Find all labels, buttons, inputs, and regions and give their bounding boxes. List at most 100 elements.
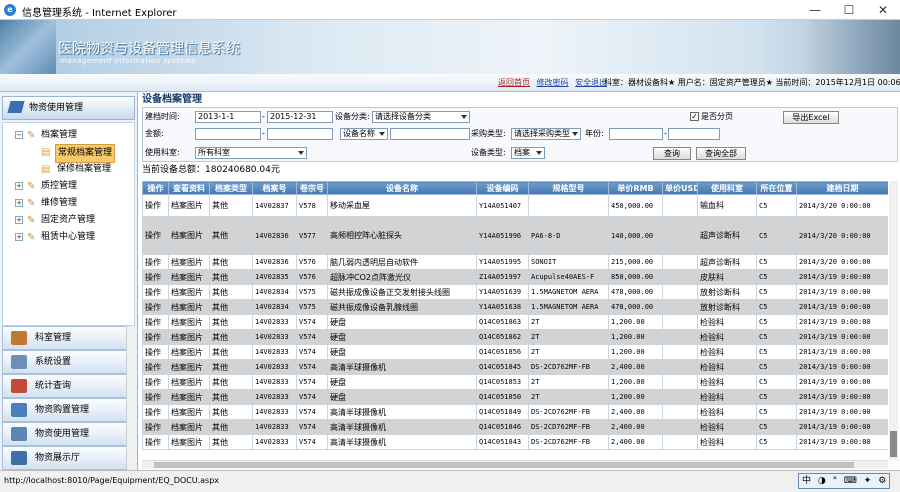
archive-image-link[interactable]: 档案图片	[168, 389, 210, 405]
table-vertical-scrollbar[interactable]	[889, 181, 898, 460]
close-button[interactable]: ✕	[866, 0, 900, 20]
archive-image-link[interactable]: 档案图片	[168, 359, 210, 375]
archive-image-link[interactable]: 档案图片	[168, 329, 210, 345]
archive-image-link[interactable]: 档案图片	[168, 344, 210, 360]
expand-toggle-icon[interactable]: +	[15, 233, 23, 241]
archive-image-link[interactable]: 档案图片	[168, 434, 210, 450]
archive-image-link[interactable]: 档案图片	[168, 194, 210, 217]
table-row[interactable]: 操作 档案图片 其他 14V02833 V574 高清半球摄像机 Q14C051845 DS-…	[142, 359, 888, 375]
tree-node-regular-archive[interactable]: ▤ 常规档案管理	[3, 144, 134, 163]
column-header[interactable]: 设备编码	[476, 181, 529, 195]
date-to-input[interactable]: 2015-12-31	[267, 111, 333, 123]
name-input[interactable]	[390, 128, 470, 140]
column-header[interactable]: 使用科室	[697, 181, 757, 195]
tree-node-leasing-center[interactable]: + ✎ 租赁中心管理	[3, 229, 134, 246]
archive-image-link[interactable]: 档案图片	[168, 284, 210, 300]
table-row[interactable]: 操作 档案图片 其他 14V02837 V578 移动采血屋 Y14A051407 450,0…	[142, 194, 888, 217]
archive-image-link[interactable]: 档案图片	[168, 216, 210, 255]
operate-link[interactable]: 操作	[142, 284, 169, 300]
nav-usage-management[interactable]: 物资使用管理	[2, 422, 136, 446]
table-row[interactable]: 操作 档案图片 其他 14V02836 V576 脑几弱内透明层自动软件 Y14A05199…	[142, 254, 888, 270]
column-header[interactable]: 设备名称	[327, 181, 477, 195]
change-password-link[interactable]: 修改密码	[537, 78, 569, 87]
column-header[interactable]: 规格型号	[528, 181, 609, 195]
export-excel-button[interactable]: 导出Excel	[783, 111, 839, 124]
table-row[interactable]: 操作 档案图片 其他 14V02833 V574 硬盘 Q14C051863 2T 1,200.…	[142, 314, 888, 330]
operate-link[interactable]: 操作	[142, 299, 169, 315]
equipment-type-select[interactable]: 档案	[511, 147, 545, 159]
maximize-button[interactable]: ☐	[832, 0, 866, 20]
scroll-thumb[interactable]	[154, 462, 854, 468]
column-header[interactable]: 档案类型	[209, 181, 253, 195]
amount-min-input[interactable]	[195, 128, 261, 140]
archive-image-link[interactable]: 档案图片	[168, 299, 210, 315]
category-select[interactable]: 请选择设备分类	[372, 111, 470, 123]
table-row[interactable]: 操作 档案图片 其他 14V02835 V576 超脉冲CO2点阵激光仪 Z14A05199…	[142, 269, 888, 285]
table-row[interactable]: 操作 档案图片 其他 14V02833 V574 硬盘 Q14C051862 2T 1,200.…	[142, 329, 888, 345]
nav-system-settings[interactable]: 系统设置	[2, 350, 136, 374]
operate-link[interactable]: 操作	[142, 194, 169, 217]
operate-link[interactable]: 操作	[142, 374, 169, 390]
tree-node-maintenance[interactable]: + ✎ 维修管理	[3, 195, 134, 212]
operate-link[interactable]: 操作	[142, 359, 169, 375]
table-row[interactable]: 操作 档案图片 其他 14V02833 V574 硬盘 Q14C051856 2T 1,200.…	[142, 344, 888, 360]
query-all-button[interactable]: 查询全部	[696, 147, 746, 160]
paging-checkbox[interactable]: ✓	[690, 112, 699, 121]
operate-link[interactable]: 操作	[142, 216, 169, 255]
sidebar-header[interactable]: 物资使用管理	[2, 96, 135, 120]
tree-node-archive[interactable]: − ✎ 档案管理	[3, 127, 134, 144]
operate-link[interactable]: 操作	[142, 269, 169, 285]
archive-image-link[interactable]: 档案图片	[168, 374, 210, 390]
column-header[interactable]: 卷宗号	[296, 181, 328, 195]
tree-node-fixed-assets[interactable]: + ✎ 固定资产管理	[3, 212, 134, 229]
purchase-type-select[interactable]: 请选择采购类型	[511, 128, 581, 140]
scroll-thumb[interactable]	[890, 431, 897, 457]
operate-link[interactable]: 操作	[142, 314, 169, 330]
year-from-input[interactable]	[609, 128, 663, 140]
column-header[interactable]: 单价RMB	[608, 181, 663, 195]
tree-node-quality-control[interactable]: + ✎ 质控管理	[3, 178, 134, 195]
tree-node-warranty-archive[interactable]: ▤ 保修档案管理	[3, 161, 134, 178]
table-row[interactable]: 操作 档案图片 其他 14V02833 V574 高清半球摄像机 Q14C051843 DS-…	[142, 434, 888, 450]
operate-link[interactable]: 操作	[142, 344, 169, 360]
amount-max-input[interactable]	[267, 128, 333, 140]
ime-toolbar[interactable]: 中 ◑ ° ⌨ ✦ ⚙	[798, 473, 890, 489]
logout-link[interactable]: 安全退出	[575, 78, 607, 87]
table-row[interactable]: 操作 档案图片 其他 14V02833 V574 高清半球摄像机 Q14C051849 DS-…	[142, 404, 888, 420]
nav-dept-management[interactable]: 科室管理	[2, 326, 136, 350]
table-row[interactable]: 操作 档案图片 其他 14V02834 V575 磁共振成像设备正交发射接头线圈 Y14A0…	[142, 284, 888, 300]
table-row[interactable]: 操作 档案图片 其他 14V02833 V574 高清半球摄像机 Q14C051846 DS-…	[142, 419, 888, 435]
archive-image-link[interactable]: 档案图片	[168, 419, 210, 435]
operate-link[interactable]: 操作	[142, 329, 169, 345]
expand-toggle-icon[interactable]: +	[15, 182, 23, 190]
column-header[interactable]: 档案号	[252, 181, 297, 195]
table-row[interactable]: 操作 档案图片 其他 14V02833 V574 硬盘 Q14C051850 2T 1,200.…	[142, 389, 888, 405]
nav-purchase-management[interactable]: 物资购置管理	[2, 398, 136, 422]
name-select[interactable]: 设备名称	[340, 128, 388, 140]
archive-image-link[interactable]: 档案图片	[168, 314, 210, 330]
home-link[interactable]: 返回首页	[498, 78, 530, 87]
archive-image-link[interactable]: 档案图片	[168, 404, 210, 420]
operate-link[interactable]: 操作	[142, 434, 169, 450]
collapse-toggle-icon[interactable]: −	[15, 131, 23, 139]
operate-link[interactable]: 操作	[142, 419, 169, 435]
expand-toggle-icon[interactable]: +	[15, 199, 23, 207]
column-header[interactable]: 操作	[142, 181, 169, 195]
table-row[interactable]: 操作 档案图片 其他 14V02834 V575 磁共振成像设备乳腺线圈 Y14A05163…	[142, 299, 888, 315]
query-button[interactable]: 查询	[653, 147, 691, 160]
column-header[interactable]: 单价USD	[662, 181, 698, 195]
table-horizontal-scrollbar[interactable]	[142, 460, 888, 469]
nav-statistics[interactable]: 统计查询	[2, 374, 136, 398]
expand-toggle-icon[interactable]: +	[15, 216, 23, 224]
table-row[interactable]: 操作 档案图片 其他 14V02833 V574 硬盘 Q14C051853 2T 1,200.…	[142, 374, 888, 390]
archive-image-link[interactable]: 档案图片	[168, 269, 210, 285]
operate-link[interactable]: 操作	[142, 254, 169, 270]
column-header[interactable]: 所在位置	[756, 181, 797, 195]
operate-link[interactable]: 操作	[142, 389, 169, 405]
column-header[interactable]: 建档日期	[796, 181, 888, 195]
nav-scrollbar[interactable]	[126, 326, 136, 470]
dept-select[interactable]: 所有科室	[195, 147, 307, 159]
year-to-input[interactable]	[668, 128, 720, 140]
date-from-input[interactable]: 2013-1-1	[195, 111, 261, 123]
operate-link[interactable]: 操作	[142, 404, 169, 420]
